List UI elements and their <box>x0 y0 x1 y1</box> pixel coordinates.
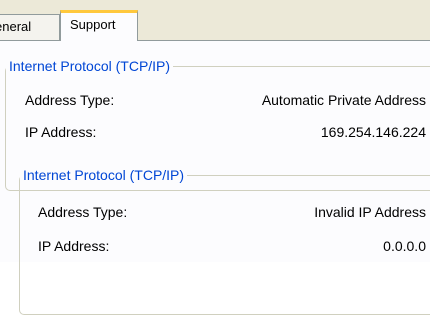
ip-address-value: 169.254.146.224 <box>320 124 426 140</box>
address-type-value: Invalid IP Address <box>314 204 426 220</box>
ip-address-label: IP Address: <box>25 124 97 140</box>
ip-address-label: IP Address: <box>38 238 110 254</box>
group-title: Internet Protocol (TCP/IP) <box>20 167 188 183</box>
tab-support-label: Support <box>70 17 116 32</box>
support-panel: Internet Protocol (TCP/IP) Address Type:… <box>0 40 430 315</box>
tab-support[interactable]: Support <box>60 10 138 41</box>
tab-general[interactable]: eneral <box>0 14 60 40</box>
tab-strip: eneral Support <box>0 0 430 41</box>
address-type-label: Address Type: <box>25 92 115 108</box>
ip-address-value: 0.0.0.0 <box>383 238 426 254</box>
address-type-value: Automatic Private Address <box>261 92 426 108</box>
tab-general-label: eneral <box>0 19 32 34</box>
address-type-label: Address Type: <box>38 204 128 220</box>
group-title: Internet Protocol (TCP/IP) <box>6 58 174 74</box>
